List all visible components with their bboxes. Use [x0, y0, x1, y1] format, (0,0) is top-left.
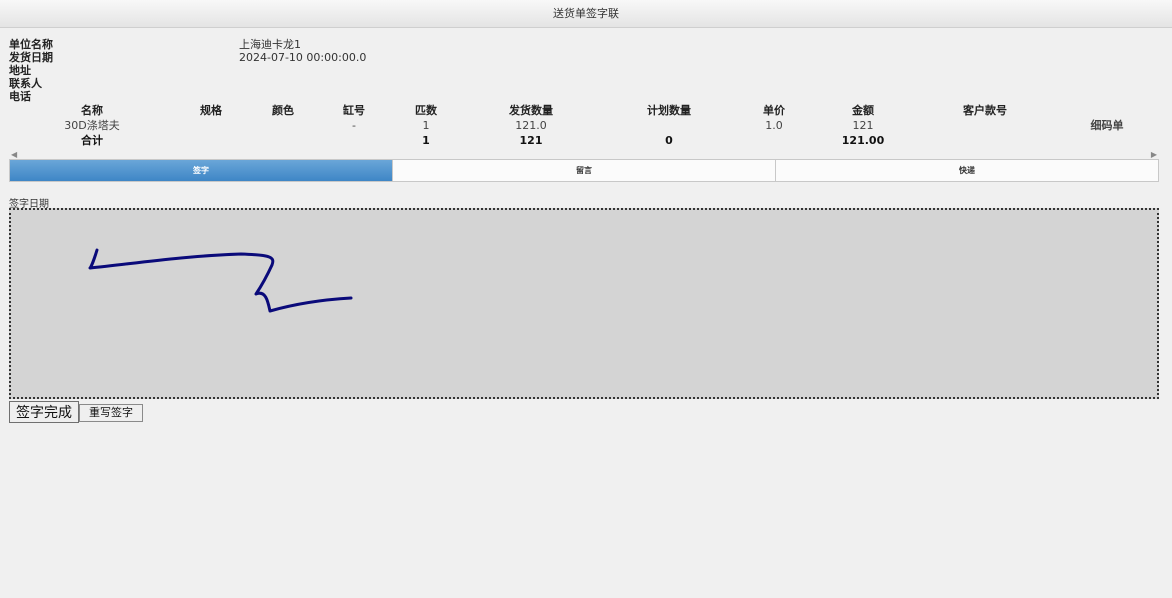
scroll-left-icon[interactable]: ◀ — [11, 150, 17, 159]
window-title: 送货单签字联 — [0, 0, 1172, 28]
col-header-name: 名称 — [81, 104, 103, 117]
delivery-table: 名称 规格 颜色 缸号 匹数 发货数量 计划数量 单价 金额 客户款号 30D涤… — [9, 103, 1159, 148]
redo-signature-button[interactable]: 重写签字 — [79, 404, 143, 422]
label-company: 单位名称 — [9, 38, 53, 51]
total-label: 合计 — [81, 134, 103, 147]
table-row: 30D涤塔夫 - 1 121.0 1.0 121 细码单 — [9, 118, 1159, 133]
cell-ship-qty: 121.0 — [515, 119, 547, 132]
finish-signature-button[interactable]: 签字完成 — [9, 401, 79, 423]
value-phone — [239, 90, 366, 103]
value-ship-date: 2024-07-10 00:00:00.0 — [239, 51, 367, 64]
total-pieces: 1 — [422, 134, 430, 147]
col-header-pieces: 匹数 — [415, 104, 437, 117]
col-header-plan-qty: 计划数量 — [647, 104, 691, 117]
total-plan-qty: 0 — [665, 134, 673, 147]
col-header-batch: 缸号 — [343, 104, 365, 117]
col-header-ship-qty: 发货数量 — [509, 104, 553, 117]
label-contact: 联系人 — [9, 77, 42, 90]
horizontal-scrollbar[interactable]: ◀ ▶ — [9, 150, 1159, 159]
tab-express[interactable]: 快递 — [776, 160, 1158, 181]
col-header-customer-style: 客户款号 — [963, 104, 1007, 117]
info-values: 上海迪卡龙1 2024-07-10 00:00:00.0 — [239, 38, 366, 103]
label-ship-date: 发货日期 — [9, 51, 53, 64]
cell-amount: 121 — [852, 119, 874, 132]
tab-bar: 签字 留言 快递 — [9, 159, 1159, 182]
value-contact — [239, 77, 366, 90]
cell-batch: - — [352, 119, 356, 132]
scroll-right-icon[interactable]: ▶ — [1151, 150, 1157, 159]
col-header-spec: 规格 — [200, 104, 222, 117]
cell-unit-price: 1.0 — [765, 119, 783, 132]
table-header-row: 名称 规格 颜色 缸号 匹数 发货数量 计划数量 单价 金额 客户款号 — [9, 103, 1159, 118]
col-header-color: 颜色 — [272, 104, 294, 117]
table-total-row: 合计 1 121 0 121.00 — [9, 133, 1159, 148]
tab-message[interactable]: 留言 — [393, 160, 776, 181]
value-address — [239, 64, 366, 77]
signature-pad[interactable] — [9, 208, 1159, 399]
cell-name: 30D涤塔夫 — [64, 119, 120, 132]
info-labels: 单位名称 发货日期 地址 联系人 电话 — [9, 38, 53, 103]
total-ship-qty: 121 — [519, 134, 543, 147]
label-phone: 电话 — [9, 90, 31, 103]
col-header-amount: 金额 — [852, 104, 874, 117]
tab-signature[interactable]: 签字 — [10, 160, 393, 181]
cell-pieces: 1 — [422, 119, 430, 132]
detail-list-link[interactable]: 细码单 — [1091, 118, 1124, 133]
label-address: 地址 — [9, 64, 31, 77]
signature-stroke — [88, 248, 353, 313]
total-amount: 121.00 — [841, 134, 885, 147]
col-header-unit-price: 单价 — [763, 104, 785, 117]
value-company: 上海迪卡龙1 — [239, 38, 301, 51]
